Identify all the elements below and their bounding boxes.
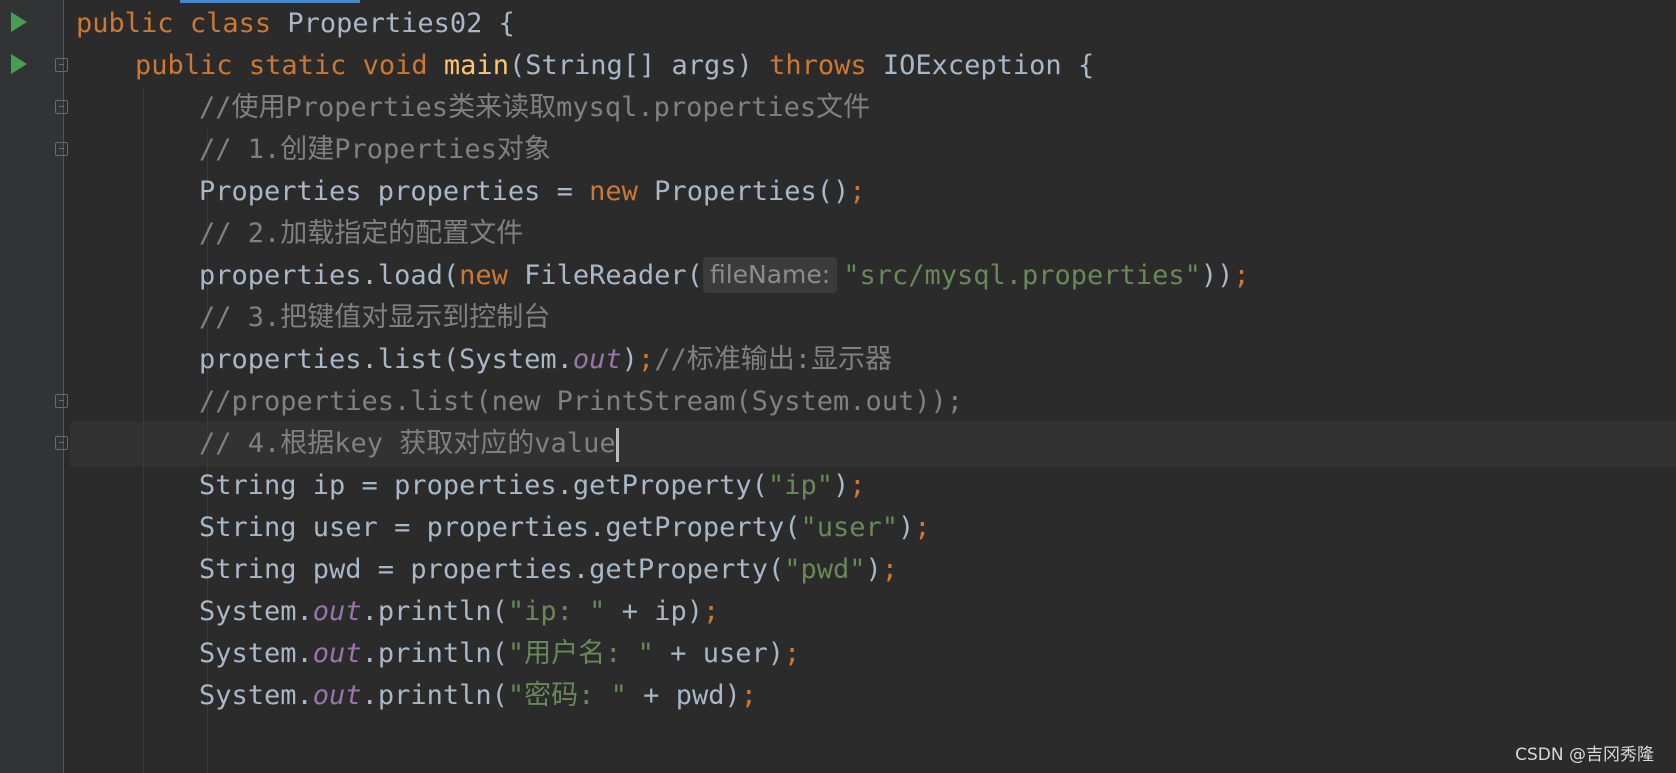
code-editor[interactable]: public class Properties02 { public stati…	[0, 0, 1676, 773]
code-line-16: System.out.println("用户名: " + user);	[199, 638, 801, 669]
editor-gutter	[0, 0, 68, 773]
text-caret	[615, 427, 619, 462]
fold-comment-start-icon[interactable]	[55, 100, 68, 114]
code-line-9: properties.list(System.out);//标准输出:显示器	[199, 344, 892, 375]
code-line-4: // 1.创建Properties对象	[199, 134, 551, 165]
code-line-5: Properties properties = new Properties()…	[199, 176, 866, 207]
fold-method-icon[interactable]	[55, 58, 68, 72]
parameter-hint: fileName:	[702, 257, 838, 293]
fold-comment-end-icon[interactable]	[55, 436, 68, 450]
code-line-10: //properties.list(new PrintStream(System…	[199, 386, 964, 417]
code-line-14: String pwd = properties.getProperty("pwd…	[199, 554, 899, 585]
code-line-8: // 3.把键值对显示到控制台	[199, 302, 551, 333]
code-area[interactable]: public class Properties02 { public stati…	[76, 0, 1676, 773]
run-main-icon[interactable]	[11, 54, 27, 74]
run-class-icon[interactable]	[11, 12, 27, 32]
fold-comment-end-icon[interactable]	[55, 142, 68, 156]
code-line-12: String ip = properties.getProperty("ip")…	[199, 470, 866, 501]
code-line-11: // 4.根据key 获取对应的value	[199, 421, 619, 466]
code-line-15: System.out.println("ip: " + ip);	[199, 596, 720, 627]
code-line-6: // 2.加载指定的配置文件	[199, 218, 524, 249]
watermark: CSDN @吉冈秀隆	[1515, 745, 1654, 765]
code-line-2: public static void main(String[] args) t…	[135, 50, 1095, 81]
code-line-7: properties.load(new FileReader(fileName:…	[199, 253, 1250, 298]
code-line-17: System.out.println("密码: " + pwd);	[199, 680, 757, 711]
code-line-13: String user = properties.getProperty("us…	[199, 512, 931, 543]
fold-comment-start-icon[interactable]	[55, 394, 68, 408]
code-line-3: //使用Properties类来读取mysql.properties文件	[199, 92, 871, 123]
code-line-1: public class Properties02 {	[76, 8, 515, 39]
